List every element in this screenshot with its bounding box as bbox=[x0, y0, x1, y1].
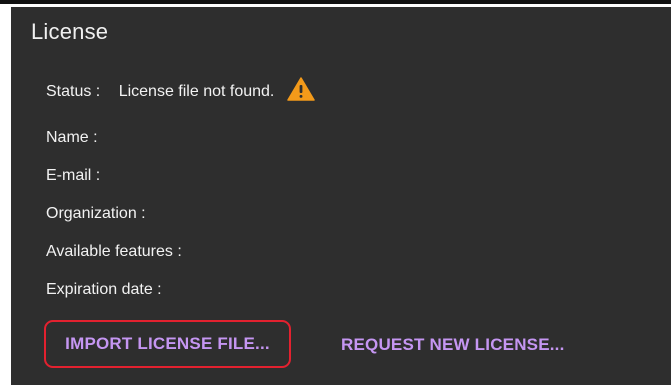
email-label: E-mail : bbox=[46, 167, 101, 184]
top-border-stripe bbox=[0, 0, 671, 4]
license-dialog: License Status : License file not found.… bbox=[11, 7, 671, 385]
organization-label: Organization : bbox=[46, 205, 146, 222]
top-border bbox=[0, 0, 671, 7]
status-value: License file not found. bbox=[118, 83, 275, 100]
name-label: Name : bbox=[46, 129, 98, 146]
request-new-license-button[interactable]: REQUEST NEW LICENSE... bbox=[341, 335, 565, 355]
dialog-title: License bbox=[31, 19, 109, 44]
available-features-label: Available features : bbox=[46, 243, 182, 260]
warning-icon bbox=[287, 77, 315, 101]
expiration-date-label: Expiration date : bbox=[46, 281, 162, 298]
import-license-file-button[interactable]: IMPORT LICENSE FILE... bbox=[44, 320, 291, 368]
status-label: Status : bbox=[46, 83, 101, 100]
status-row: Status : License file not found. bbox=[46, 77, 315, 101]
